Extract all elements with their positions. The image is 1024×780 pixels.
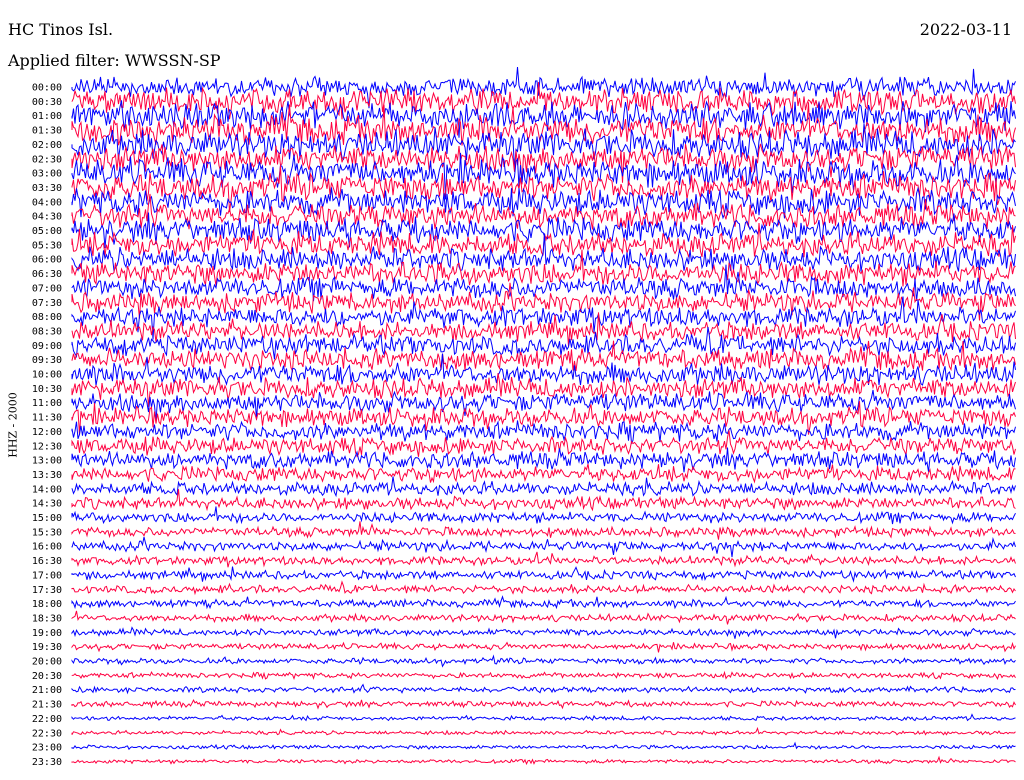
- row-time-label: 01:00: [32, 111, 62, 122]
- trace-row-1030: [71, 373, 1016, 407]
- trace-row-1700: [71, 566, 1016, 583]
- row-time-label: 04:00: [32, 197, 62, 208]
- trace-row-1830: [71, 610, 1016, 625]
- row-time-label: 15:30: [32, 527, 62, 538]
- trace-row-2130: [71, 698, 1016, 710]
- trace-row-0000: [71, 67, 1016, 109]
- trace-row-2200: [71, 713, 1016, 722]
- row-time-label: 04:30: [32, 212, 62, 223]
- row-time-label: 12:30: [32, 441, 62, 452]
- row-time-label: 18:30: [32, 613, 62, 624]
- row-time-label: 02:00: [32, 140, 62, 151]
- trace-row-1900: [71, 626, 1016, 639]
- row-time-label: 09:00: [32, 341, 62, 352]
- row-time-label: 02:30: [32, 154, 62, 165]
- row-time-label: 05:30: [32, 240, 62, 251]
- trace-row-1630: [71, 551, 1016, 568]
- row-time-label: 09:30: [32, 355, 62, 366]
- trace-row-0600: [71, 233, 1016, 273]
- trace-row-1930: [71, 641, 1016, 653]
- row-time-label: 19:00: [32, 628, 62, 639]
- trace-row-2100: [71, 683, 1016, 695]
- row-time-label: 20:00: [32, 657, 62, 668]
- row-time-label: 01:30: [32, 126, 62, 137]
- row-time-label: 14:00: [32, 484, 62, 495]
- row-time-label: 15:00: [32, 513, 62, 524]
- trace-row-2300: [71, 741, 1016, 751]
- row-time-label: 03:30: [32, 183, 62, 194]
- row-time-label: 20:30: [32, 671, 62, 682]
- trace-row-1500: [71, 506, 1016, 525]
- trace-row-2000: [71, 654, 1016, 668]
- row-time-label: 07:00: [32, 283, 62, 294]
- trace-row-1400: [71, 476, 1016, 498]
- row-time-label: 16:30: [32, 556, 62, 567]
- row-time-label: 22:30: [32, 728, 62, 739]
- trace-row-0330: [71, 165, 1016, 213]
- row-time-label: 05:00: [32, 226, 62, 237]
- trace-row-1530: [71, 521, 1016, 540]
- seismogram-plot: 00:00 00:30 01:00 01:30 02:00 02:30 03:00 03:30…: [32, 67, 1016, 768]
- row-time-label: 00:30: [32, 97, 62, 108]
- row-time-label: 21:30: [32, 700, 62, 711]
- row-time-label: 11:30: [32, 413, 62, 424]
- row-time-label: 23:30: [32, 757, 62, 768]
- row-time-label: 08:30: [32, 326, 62, 337]
- row-time-label: 10:30: [32, 384, 62, 395]
- row-time-label: 23:00: [32, 743, 62, 754]
- row-time-label: 17:00: [32, 570, 62, 581]
- row-time-label: 03:00: [32, 169, 62, 180]
- row-time-label: 22:00: [32, 714, 62, 725]
- row-time-label: 18:00: [32, 599, 62, 610]
- row-time-label: 21:00: [32, 685, 62, 696]
- row-time-label: 10:00: [32, 370, 62, 381]
- trace-row-2330: [71, 755, 1016, 766]
- row-time-label: 13:30: [32, 470, 62, 481]
- row-time-label: 11:00: [32, 398, 62, 409]
- row-time-label: 19:30: [32, 642, 62, 653]
- row-time-label: 06:00: [32, 255, 62, 266]
- row-time-label: 16:00: [32, 542, 62, 553]
- row-time-label: 12:00: [32, 427, 62, 438]
- row-time-label: 08:00: [32, 312, 62, 323]
- trace-row-1300: [71, 447, 1016, 473]
- trace-row-2030: [71, 670, 1016, 681]
- row-time-label: 17:30: [32, 585, 62, 596]
- row-time-label: 13:00: [32, 456, 62, 467]
- row-time-label: 00:00: [32, 83, 62, 94]
- trace-row-1730: [71, 580, 1016, 596]
- trace-row-1600: [71, 536, 1016, 558]
- trace-row-1330: [71, 463, 1016, 484]
- row-time-label: 06:30: [32, 269, 62, 280]
- trace-row-1800: [71, 595, 1016, 610]
- row-time-label: 07:30: [32, 298, 62, 309]
- trace-row-2230: [71, 726, 1016, 736]
- row-time-label: 14:30: [32, 499, 62, 510]
